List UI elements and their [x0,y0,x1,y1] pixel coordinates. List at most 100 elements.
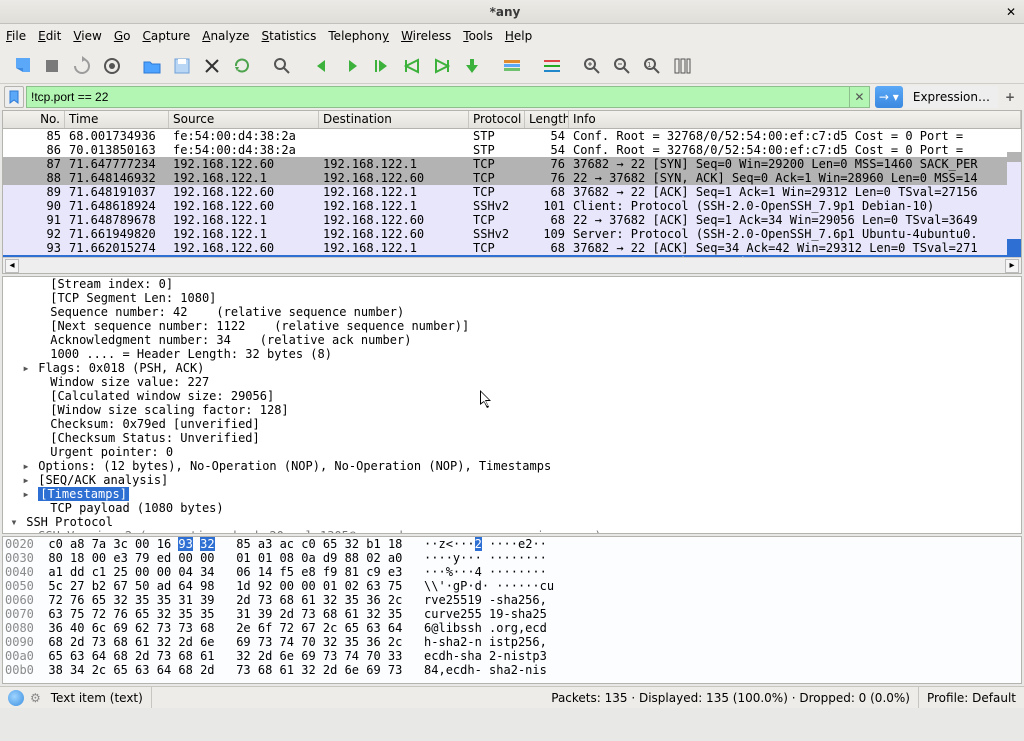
detail-line[interactable]: [Window size scaling factor: 128] [5,403,1019,417]
hscroll-left-icon[interactable]: ◂ [5,259,19,273]
detail-line[interactable]: ▸ [Timestamps] [5,487,1019,501]
add-filter-button[interactable]: + [1000,86,1020,108]
hex-line[interactable]: 0020 c0 a8 7a 3c 00 16 93 32 85 a3 ac c0… [5,537,1019,551]
col-proto[interactable]: Protocol [469,111,525,128]
zoom-reset-icon[interactable]: 1 [638,52,666,80]
go-back-icon[interactable] [308,52,336,80]
display-filter-input[interactable] [26,86,850,108]
detail-line[interactable]: TCP payload (1080 bytes) [5,501,1019,515]
status-left-text: Text item (text) [51,691,143,705]
packet-row[interactable]: 9071.648618924192.168.122.60192.168.122.… [3,199,1021,213]
autoscroll-icon[interactable] [458,52,486,80]
detail-line[interactable]: ▸ SSH Version 2 (encryption:chacha20-pol… [5,529,1019,534]
detail-line[interactable]: Sequence number: 42 (relative sequence n… [5,305,1019,319]
resize-columns-icon[interactable] [668,52,696,80]
menu-file[interactable]: File [6,29,26,43]
menu-edit[interactable]: Edit [38,29,61,43]
find-packet-icon[interactable] [268,52,296,80]
detail-line[interactable]: ▸ [SEQ/ACK analysis] [5,473,1019,487]
menu-statistics[interactable]: Statistics [262,29,317,43]
rules-icon[interactable] [538,52,566,80]
menubar: File Edit View Go Capture Analyze Statis… [0,24,1024,48]
detail-line[interactable]: [Next sequence number: 1122 (relative se… [5,319,1019,333]
menu-go[interactable]: Go [114,29,131,43]
display-filter-bar: ✕ → ▾ Expression… + [0,84,1024,110]
hex-line[interactable]: 0070 63 75 72 76 65 32 35 35 31 39 2d 73… [5,607,1019,621]
hex-line[interactable]: 0060 72 76 65 32 35 35 31 39 2d 73 68 61… [5,593,1019,607]
packet-row[interactable]: 8568.001734936fe:54:00:d4:38:2aSTP54Conf… [3,129,1021,143]
stop-capture-icon[interactable] [38,52,66,80]
hex-line[interactable]: 0050 5c 27 b2 67 50 ad 64 98 1d 92 00 00… [5,579,1019,593]
menu-telephony[interactable]: Telephony [328,29,389,43]
detail-line[interactable]: ▾ SSH Protocol [5,515,1019,529]
col-dst[interactable]: Destination [319,111,469,128]
apply-filter-icon[interactable]: → ▾ [875,86,903,108]
save-file-icon[interactable] [168,52,196,80]
hex-line[interactable]: 0030 80 18 00 e3 79 ed 00 00 01 01 08 0a… [5,551,1019,565]
colorize-list-icon[interactable] [498,52,526,80]
close-icon[interactable]: ✕ [1004,5,1018,19]
packet-row[interactable]: 9371.662015274192.168.122.60192.168.122.… [3,241,1021,255]
go-forward-icon[interactable] [338,52,366,80]
detail-line[interactable]: ▸ Flags: 0x018 (PSH, ACK) [5,361,1019,375]
col-len[interactable]: Length [525,111,569,128]
first-packet-icon[interactable] [398,52,426,80]
packet-list-pane: No. Time Source Destination Protocol Len… [2,110,1022,274]
zoom-out-icon[interactable] [608,52,636,80]
detail-line[interactable]: [Calculated window size: 29056] [5,389,1019,403]
minimap-scroll[interactable] [1007,129,1021,257]
col-no[interactable]: No. [3,111,65,128]
detail-line[interactable]: ▸ Options: (12 bytes), No-Operation (NOP… [5,459,1019,473]
hex-line[interactable]: 00a0 65 63 64 68 2d 73 68 61 32 2d 6e 69… [5,649,1019,663]
menu-analyze[interactable]: Analyze [202,29,249,43]
menu-help[interactable]: Help [505,29,532,43]
hscroll-right-icon[interactable]: ▸ [1005,259,1019,273]
expression-button[interactable]: Expression… [905,86,998,108]
col-time[interactable]: Time [65,111,169,128]
reload-file-icon[interactable] [228,52,256,80]
detail-line[interactable]: Urgent pointer: 0 [5,445,1019,459]
packet-row[interactable]: 8871.648146932192.168.122.1192.168.122.6… [3,171,1021,185]
packet-list-header[interactable]: No. Time Source Destination Protocol Len… [3,111,1021,129]
packet-bytes-pane[interactable]: 0020 c0 a8 7a 3c 00 16 93 32 85 a3 ac c0… [2,536,1022,684]
cog-icon[interactable]: ⚙ [30,691,41,705]
detail-line[interactable]: [Checksum Status: Unverified] [5,431,1019,445]
close-file-icon[interactable] [198,52,226,80]
clear-filter-icon[interactable]: ✕ [850,86,870,108]
packet-details-pane[interactable]: [Stream index: 0] [TCP Segment Len: 1080… [2,276,1022,534]
detail-line[interactable]: Checksum: 0x79ed [unverified] [5,417,1019,431]
packet-row[interactable]: 8971.648191037192.168.122.60192.168.122.… [3,185,1021,199]
col-src[interactable]: Source [169,111,319,128]
detail-line[interactable]: [TCP Segment Len: 1080] [5,291,1019,305]
capture-options-icon[interactable] [98,52,126,80]
menu-wireless[interactable]: Wireless [401,29,451,43]
go-to-packet-icon[interactable] [368,52,396,80]
detail-line[interactable]: 1000 .... = Header Length: 32 bytes (8) [5,347,1019,361]
restart-capture-icon[interactable] [68,52,96,80]
hex-line[interactable]: 0040 a1 dd c1 25 00 00 04 34 06 14 f5 e8… [5,565,1019,579]
hex-line[interactable]: 0090 68 2d 73 68 61 32 2d 6e 69 73 74 70… [5,635,1019,649]
packet-row[interactable]: 8670.013850163fe:54:00:d4:38:2aSTP54Conf… [3,143,1021,157]
svg-text:1: 1 [647,61,651,69]
expert-info-icon[interactable] [8,690,24,706]
detail-line[interactable]: Window size value: 227 [5,375,1019,389]
packet-list-hscroll[interactable]: ◂ ▸ [3,257,1021,273]
menu-capture[interactable]: Capture [142,29,190,43]
open-file-icon[interactable] [138,52,166,80]
hex-line[interactable]: 0080 36 40 6c 69 62 73 73 68 2e 6f 72 67… [5,621,1019,635]
detail-line[interactable]: Acknowledgment number: 34 (relative ack … [5,333,1019,347]
status-packets-text: Packets: 135 · Displayed: 135 (100.0%) ·… [551,691,910,705]
filter-bookmark-icon[interactable] [4,86,24,108]
packet-row[interactable]: 8771.647777234192.168.122.60192.168.122.… [3,157,1021,171]
zoom-in-icon[interactable] [578,52,606,80]
hex-line[interactable]: 00b0 38 34 2c 65 63 64 68 2d 73 68 61 32… [5,663,1019,677]
menu-view[interactable]: View [73,29,101,43]
packet-row[interactable]: 9171.648789678192.168.122.1192.168.122.6… [3,213,1021,227]
packet-row[interactable]: 9271.661949820192.168.122.1192.168.122.6… [3,227,1021,241]
menu-tools[interactable]: Tools [463,29,493,43]
start-capture-icon[interactable] [8,52,36,80]
detail-line[interactable]: [Stream index: 0] [5,277,1019,291]
last-packet-icon[interactable] [428,52,456,80]
col-info[interactable]: Info [569,111,1021,128]
status-profile-text[interactable]: Profile: Default [927,691,1016,705]
